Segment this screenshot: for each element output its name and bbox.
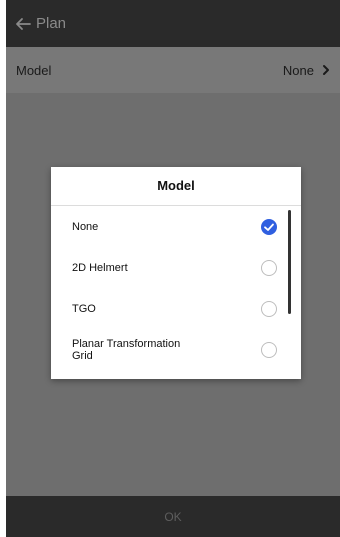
chevron-right-icon: [320, 64, 332, 76]
arrow-left-icon[interactable]: [14, 15, 32, 33]
top-app-bar: Plan: [6, 0, 340, 47]
option-label: 2D Helmert: [72, 261, 128, 274]
ok-button[interactable]: OK: [144, 504, 201, 530]
model-setting-row[interactable]: Model None: [6, 47, 340, 93]
radio-unchecked-icon[interactable]: [261, 259, 277, 276]
page-title: Plan: [36, 15, 67, 32]
option-label: Planar Transformation Grid: [72, 337, 181, 362]
option-planar-transformation-grid[interactable]: Planar Transformation Grid: [51, 329, 301, 370]
model-setting-label: Model: [16, 62, 52, 78]
bottom-action-bar: OK: [6, 496, 340, 537]
radio-unchecked-icon[interactable]: [261, 300, 277, 317]
model-dialog: Model None 2D Helmert TGO Planar Transfo…: [51, 167, 301, 379]
radio-unchecked-icon[interactable]: [261, 341, 277, 358]
option-2d-helmert[interactable]: 2D Helmert: [51, 247, 301, 288]
options-list: None 2D Helmert TGO Planar Transformatio…: [51, 206, 301, 379]
radio-checked-icon[interactable]: [261, 218, 277, 235]
option-none[interactable]: None: [51, 206, 301, 247]
model-setting-value-group: None: [283, 63, 332, 78]
app-frame: Plan Model None OK Model None 2D Helmert…: [6, 0, 340, 537]
option-label: TGO: [72, 302, 96, 315]
dialog-title: Model: [51, 167, 301, 206]
option-tgo[interactable]: TGO: [51, 288, 301, 329]
scrollbar[interactable]: [288, 210, 291, 314]
option-label: None: [72, 220, 99, 233]
model-setting-value: None: [282, 62, 314, 78]
